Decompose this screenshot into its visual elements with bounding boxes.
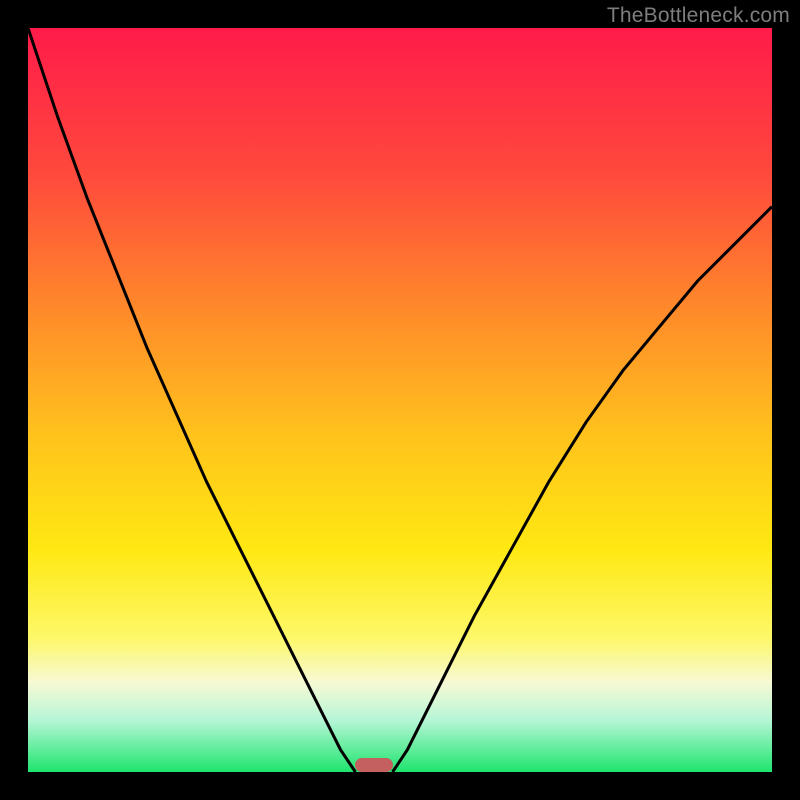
watermark-text: TheBottleneck.com: [607, 4, 790, 28]
chart-frame: TheBottleneck.com: [0, 0, 800, 800]
bottleneck-curve: [28, 28, 772, 772]
plot-area: [28, 28, 772, 772]
optimal-marker: [355, 758, 392, 772]
curve-right: [393, 207, 772, 772]
curve-left: [28, 28, 355, 772]
